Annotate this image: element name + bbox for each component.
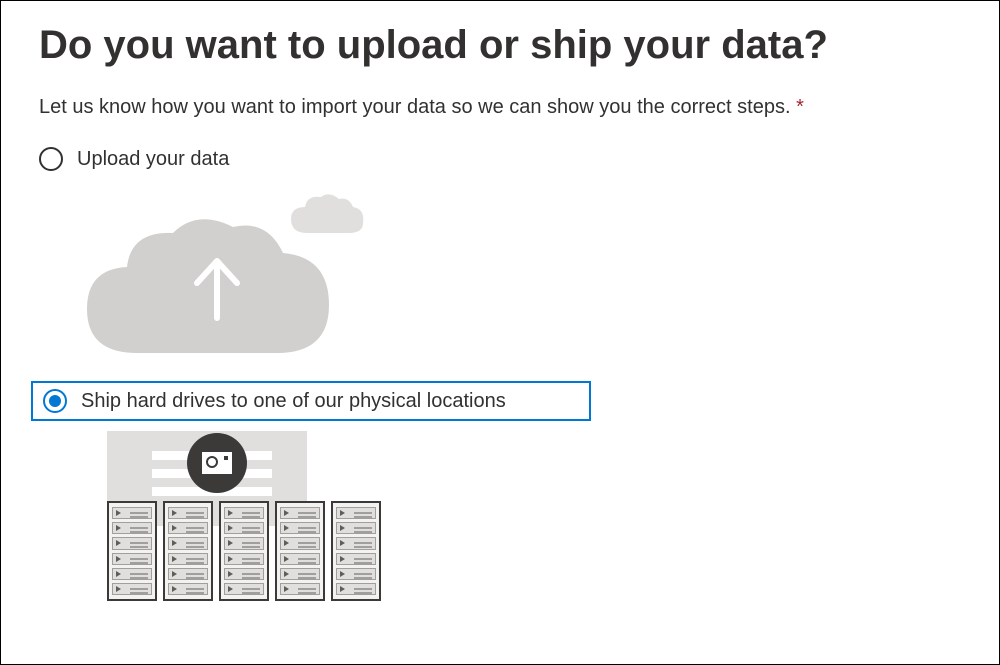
upload-illustration [77, 183, 961, 353]
ship-illustration [77, 431, 961, 601]
required-asterisk: * [796, 96, 804, 118]
page-title: Do you want to upload or ship your data? [39, 23, 961, 68]
option-upload[interactable]: Upload your data [35, 145, 961, 173]
subtitle-text: Let us know how you want to import your … [39, 96, 791, 118]
subtitle: Let us know how you want to import your … [39, 96, 961, 119]
arrow-up-icon [187, 253, 247, 323]
settings-badge-icon [187, 433, 247, 493]
radio-upload[interactable] [39, 147, 63, 171]
option-ship[interactable]: Ship hard drives to one of our physical … [31, 381, 591, 421]
server-racks-icon [107, 501, 381, 601]
radio-ship[interactable] [43, 389, 67, 413]
option-ship-label: Ship hard drives to one of our physical … [81, 390, 506, 413]
option-upload-label: Upload your data [77, 148, 229, 171]
